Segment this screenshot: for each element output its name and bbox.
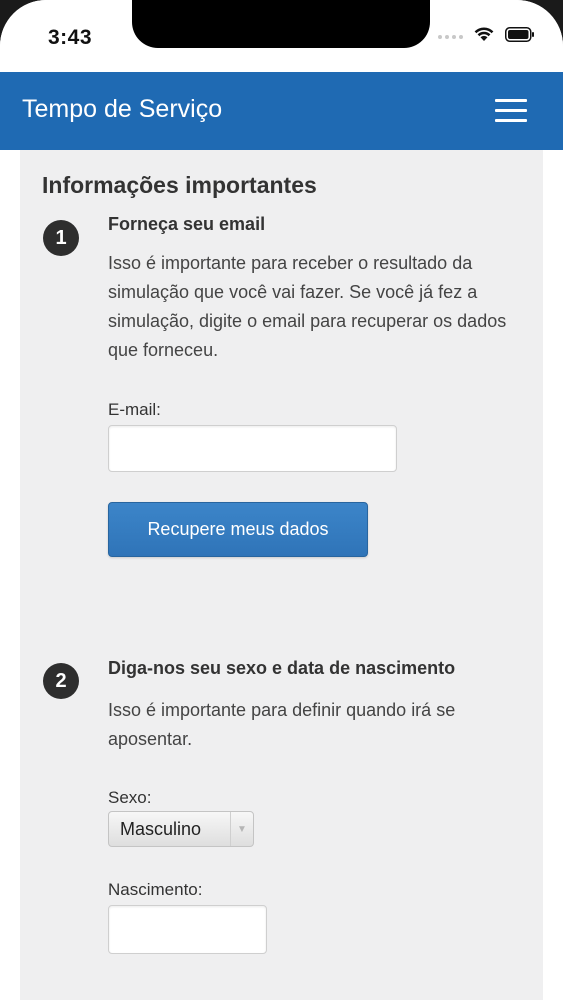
wifi-icon [474, 27, 494, 41]
step-1-heading: Forneça seu email [108, 214, 266, 234]
chevron-down-icon: ▼ [230, 812, 253, 846]
app-navbar: Tempo de Serviço [0, 72, 563, 150]
app-title: Tempo de Serviço [22, 95, 223, 123]
step-2-heading: Diga-nos seu sexo e data de nascimento [108, 658, 456, 678]
nascimento-label: Nascimento: [108, 880, 203, 899]
step-2-description: Isso é importante para definir quando ir… [108, 700, 456, 749]
device-notch [132, 0, 430, 48]
email-label: E-mail: [108, 400, 161, 419]
sexo-select[interactable]: Masculino ▼ [108, 811, 254, 847]
status-bar: 3:43 [0, 0, 563, 72]
recover-data-button[interactable]: Recupere meus dados [108, 502, 368, 557]
hamburger-menu-icon[interactable] [495, 96, 527, 126]
status-time: 3:43 [48, 26, 93, 49]
signal-icon [438, 29, 463, 39]
email-input[interactable] [108, 425, 397, 472]
status-icons [438, 26, 535, 42]
sexo-label: Sexo: [108, 788, 152, 807]
step-2-badge: 2 [43, 663, 79, 699]
recover-data-button-label: Recupere meus dados [147, 519, 329, 539]
nascimento-input[interactable] [108, 905, 267, 954]
battery-icon [505, 26, 534, 42]
sexo-select-value: Masculino [120, 818, 202, 839]
step-1-description: Isso é importante para receber o resulta… [108, 253, 507, 360]
step-1-badge: 1 [43, 220, 79, 256]
phone-screen: 3:43 Tempo de Serviço Informações import… [0, 0, 563, 1000]
section-title: Informações importantes [42, 172, 317, 198]
main-content: Informações importantes 1 Forneça seu em… [20, 150, 543, 1000]
